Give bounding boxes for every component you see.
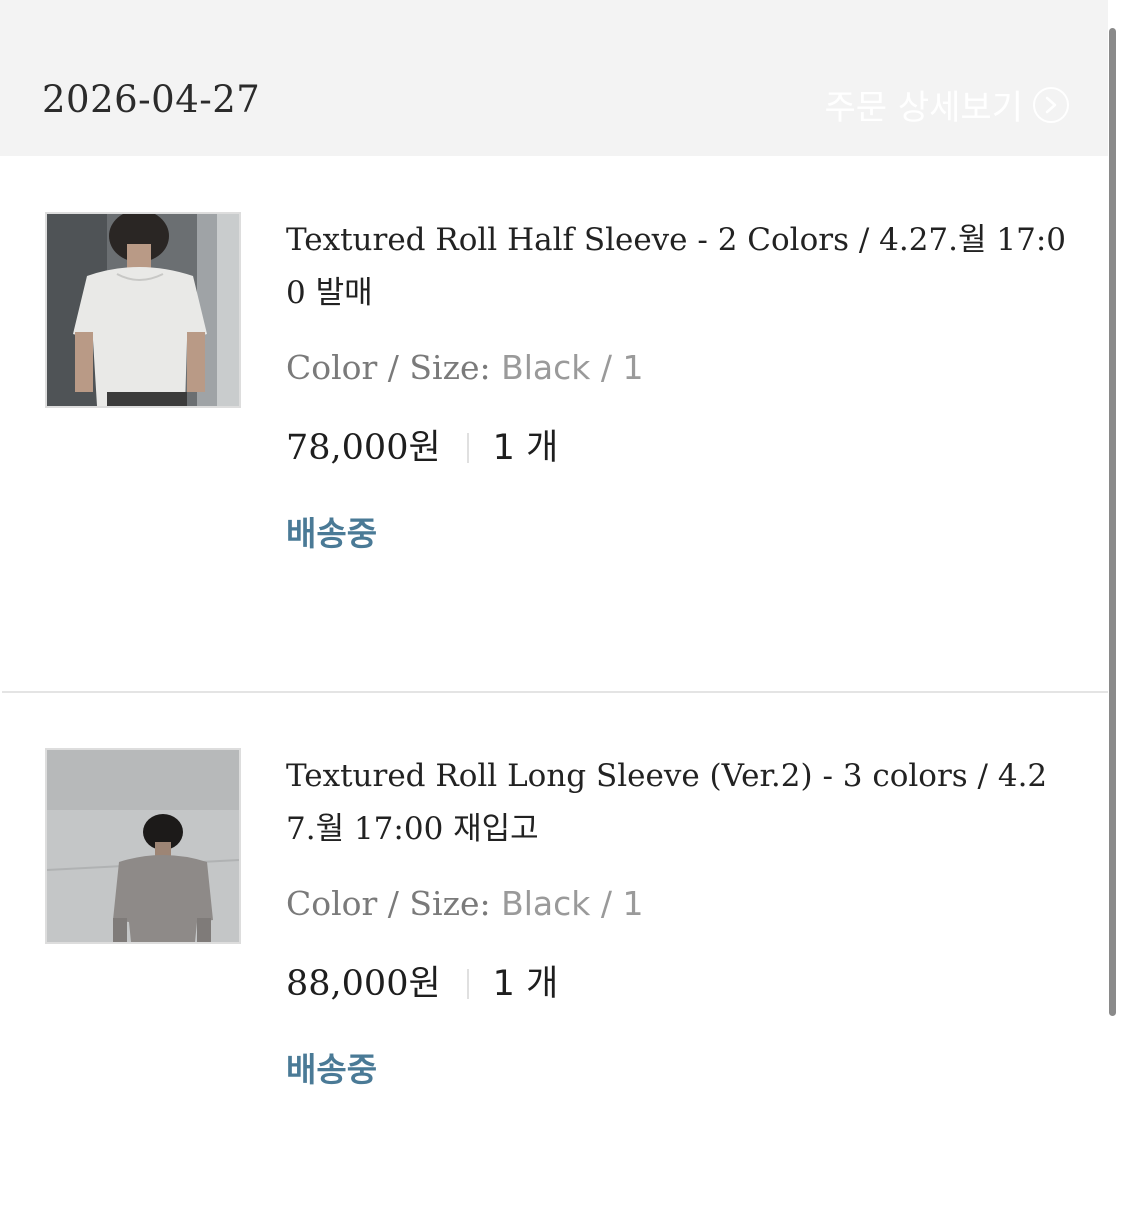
order-items: Textured Roll Half Sleeve - 2 Colors / 4… [2,156,1108,1228]
option-value: Black / 1 [501,884,644,923]
item-option: Color / Size: Black / 1 [286,348,1076,388]
item-price: 78,000원 [286,428,441,468]
option-label: Color / Size: [286,884,491,923]
item-info: Textured Roll Long Sleeve (Ver.2) - 3 co… [286,750,1076,1090]
order-detail-label: 주문 상세보기 [824,88,1024,128]
option-label: Color / Size: [286,348,491,387]
separator [466,433,469,463]
option-value: Black / 1 [501,348,644,387]
status-badge: 배송중 [286,1050,378,1089]
product-thumbnail[interactable] [45,212,241,408]
item-info: Textured Roll Half Sleeve - 2 Colors / 4… [286,214,1076,554]
product-thumbnail[interactable] [45,748,241,944]
item-quantity: 1 개 [492,964,559,1004]
order-detail-link[interactable]: 주문 상세보기 [824,80,1069,129]
price-row: 78,000원 1 개 [286,428,1076,468]
order-item: Textured Roll Long Sleeve (Ver.2) - 3 co… [2,692,1108,1228]
item-quantity: 1 개 [492,428,559,468]
chevron-right-circle-icon [1033,86,1069,123]
price-row: 88,000원 1 개 [286,964,1076,1004]
order-item: Textured Roll Half Sleeve - 2 Colors / 4… [2,156,1108,691]
item-price: 88,000원 [286,964,441,1004]
item-option: Color / Size: Black / 1 [286,884,1076,924]
separator [466,969,469,999]
grey-longsleeve-image [47,750,239,942]
scrollbar-thumb[interactable] [1109,28,1116,1016]
item-name[interactable]: Textured Roll Half Sleeve - 2 Colors / 4… [286,214,1076,320]
order-date: 2026-04-27 [42,78,261,121]
status-badge: 배송중 [286,514,378,553]
order-history-page: 2026-04-27 주문 상세보기 Textured Roll Half Sl… [0,0,1125,1228]
item-name[interactable]: Textured Roll Long Sleeve (Ver.2) - 3 co… [286,750,1076,856]
order-header: 2026-04-27 주문 상세보기 [0,0,1125,156]
white-tshirt-image [47,214,239,406]
